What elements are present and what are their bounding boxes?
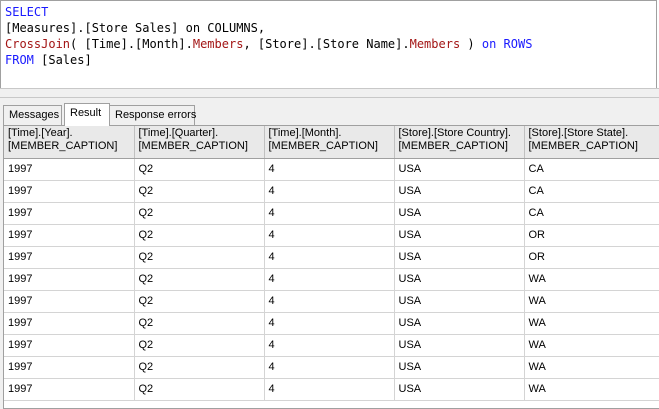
cell-store-state[interactable]: WA xyxy=(524,290,659,313)
query-line-4: FROM [Sales] xyxy=(5,53,92,67)
cell-store-country[interactable]: USA xyxy=(394,334,525,357)
cell-month[interactable]: 4 xyxy=(264,180,395,203)
cell-store-country[interactable]: USA xyxy=(394,180,525,203)
cell-quarter[interactable]: Q2 xyxy=(134,268,265,291)
cell-year[interactable]: 1997 xyxy=(4,224,135,247)
column-header-year[interactable]: [Time].[Year]. [MEMBER_CAPTION] xyxy=(4,126,135,159)
cell-month[interactable]: 4 xyxy=(264,290,395,313)
table-row[interactable]: 1997 Q2 4 USA OR xyxy=(4,246,659,269)
mdx-query-editor[interactable]: SELECT [Measures].[Store Sales] on COLUMN… xyxy=(0,0,657,88)
cell-store-state[interactable]: CA xyxy=(524,158,659,181)
grid-body: 1997 Q2 4 USA CA 1997 Q2 4 USA CA 1997 Q2 4 USA CA 1997… xyxy=(4,158,659,401)
header-line-1: [Store].[Store State]. xyxy=(528,127,629,139)
cell-month[interactable]: 4 xyxy=(264,312,395,335)
cell-store-country[interactable]: USA xyxy=(394,356,525,379)
query-line-3: CrossJoin( [Time].[Month].Members, [Stor… xyxy=(5,37,533,51)
cell-quarter[interactable]: Q2 xyxy=(134,224,265,247)
cell-month[interactable]: 4 xyxy=(264,202,395,225)
cell-month[interactable]: 4 xyxy=(264,356,395,379)
cell-store-country[interactable]: USA xyxy=(394,312,525,335)
table-row[interactable]: 1997 Q2 4 USA WA xyxy=(4,290,659,313)
cell-quarter[interactable]: Q2 xyxy=(134,312,265,335)
header-line-1: [Time].[Month]. xyxy=(268,127,342,139)
header-line-1: [Store].[Store Country]. xyxy=(398,127,512,139)
column-header-store-country[interactable]: [Store].[Store Country]. [MEMBER_CAPTION] xyxy=(394,126,525,159)
header-line-2: [MEMBER_CAPTION] xyxy=(8,140,118,152)
column-header-month[interactable]: [Time].[Month]. [MEMBER_CAPTION] xyxy=(264,126,395,159)
cell-store-country[interactable]: USA xyxy=(394,158,525,181)
cell-year[interactable]: 1997 xyxy=(4,334,135,357)
table-row[interactable]: 1997 Q2 4 USA WA xyxy=(4,356,659,379)
cell-month[interactable]: 4 xyxy=(264,268,395,291)
cell-store-state[interactable]: OR xyxy=(524,224,659,247)
cell-store-state[interactable]: WA xyxy=(524,378,659,401)
tab-response-errors[interactable]: Response errors xyxy=(109,105,196,125)
cell-store-country[interactable]: USA xyxy=(394,268,525,291)
cell-store-country[interactable]: USA xyxy=(394,202,525,225)
header-line-2: [MEMBER_CAPTION] xyxy=(528,140,638,152)
cell-year[interactable]: 1997 xyxy=(4,290,135,313)
tab-result[interactable]: Result xyxy=(64,103,110,126)
pane-splitter[interactable] xyxy=(0,88,659,98)
cell-store-state[interactable]: WA xyxy=(524,268,659,291)
header-line-1: [Time].[Year]. xyxy=(8,127,73,139)
cell-store-country[interactable]: USA xyxy=(394,378,525,401)
header-line-2: [MEMBER_CAPTION] xyxy=(268,140,378,152)
cell-store-country[interactable]: USA xyxy=(394,290,525,313)
query-line-2: [Measures].[Store Sales] on COLUMNS, xyxy=(5,21,266,35)
column-header-store-state[interactable]: [Store].[Store State]. [MEMBER_CAPTION] xyxy=(524,126,659,159)
cell-store-state[interactable]: WA xyxy=(524,356,659,379)
table-row[interactable]: 1997 Q2 4 USA OR xyxy=(4,224,659,247)
cell-quarter[interactable]: Q2 xyxy=(134,356,265,379)
table-row[interactable]: 1997 Q2 4 USA CA xyxy=(4,202,659,225)
header-line-1: [Time].[Quarter]. xyxy=(138,127,219,139)
column-header-quarter[interactable]: [Time].[Quarter]. [MEMBER_CAPTION] xyxy=(134,126,265,159)
result-table: [Time].[Year]. [MEMBER_CAPTION] [Time].[Qu… xyxy=(4,126,659,401)
cell-month[interactable]: 4 xyxy=(264,378,395,401)
table-row[interactable]: 1997 Q2 4 USA WA xyxy=(4,312,659,335)
cell-store-state[interactable]: CA xyxy=(524,202,659,225)
header-line-2: [MEMBER_CAPTION] xyxy=(398,140,508,152)
header-line-2: [MEMBER_CAPTION] xyxy=(138,140,248,152)
cell-month[interactable]: 4 xyxy=(264,334,395,357)
cell-store-state[interactable]: WA xyxy=(524,312,659,335)
cell-quarter[interactable]: Q2 xyxy=(134,246,265,269)
cell-year[interactable]: 1997 xyxy=(4,202,135,225)
cell-year[interactable]: 1997 xyxy=(4,246,135,269)
cell-year[interactable]: 1997 xyxy=(4,378,135,401)
result-grid[interactable]: [Time].[Year]. [MEMBER_CAPTION] [Time].[Qu… xyxy=(3,125,659,409)
cell-store-country[interactable]: USA xyxy=(394,224,525,247)
table-row[interactable]: 1997 Q2 4 USA WA xyxy=(4,268,659,291)
cell-store-state[interactable]: OR xyxy=(524,246,659,269)
cell-quarter[interactable]: Q2 xyxy=(134,180,265,203)
cell-year[interactable]: 1997 xyxy=(4,356,135,379)
cell-year[interactable]: 1997 xyxy=(4,180,135,203)
cell-quarter[interactable]: Q2 xyxy=(134,378,265,401)
cell-month[interactable]: 4 xyxy=(264,246,395,269)
cell-store-state[interactable]: CA xyxy=(524,180,659,203)
cell-store-country[interactable]: USA xyxy=(394,246,525,269)
cell-month[interactable]: 4 xyxy=(264,224,395,247)
cell-quarter[interactable]: Q2 xyxy=(134,334,265,357)
cell-year[interactable]: 1997 xyxy=(4,312,135,335)
cell-quarter[interactable]: Q2 xyxy=(134,290,265,313)
tab-messages[interactable]: Messages xyxy=(3,105,62,125)
table-row[interactable]: 1997 Q2 4 USA WA xyxy=(4,334,659,357)
cell-quarter[interactable]: Q2 xyxy=(134,158,265,181)
cell-store-state[interactable]: WA xyxy=(524,334,659,357)
table-row[interactable]: 1997 Q2 4 USA CA xyxy=(4,180,659,203)
cell-year[interactable]: 1997 xyxy=(4,158,135,181)
cell-year[interactable]: 1997 xyxy=(4,268,135,291)
cell-quarter[interactable]: Q2 xyxy=(134,202,265,225)
cell-month[interactable]: 4 xyxy=(264,158,395,181)
table-row[interactable]: 1997 Q2 4 USA CA xyxy=(4,158,659,181)
query-line-1: SELECT xyxy=(5,5,49,19)
table-row[interactable]: 1997 Q2 4 USA WA xyxy=(4,378,659,401)
header-row: [Time].[Year]. [MEMBER_CAPTION] [Time].[Qu… xyxy=(4,126,659,159)
results-panel: Messages Result Response errors [Time].[… xyxy=(0,98,659,409)
